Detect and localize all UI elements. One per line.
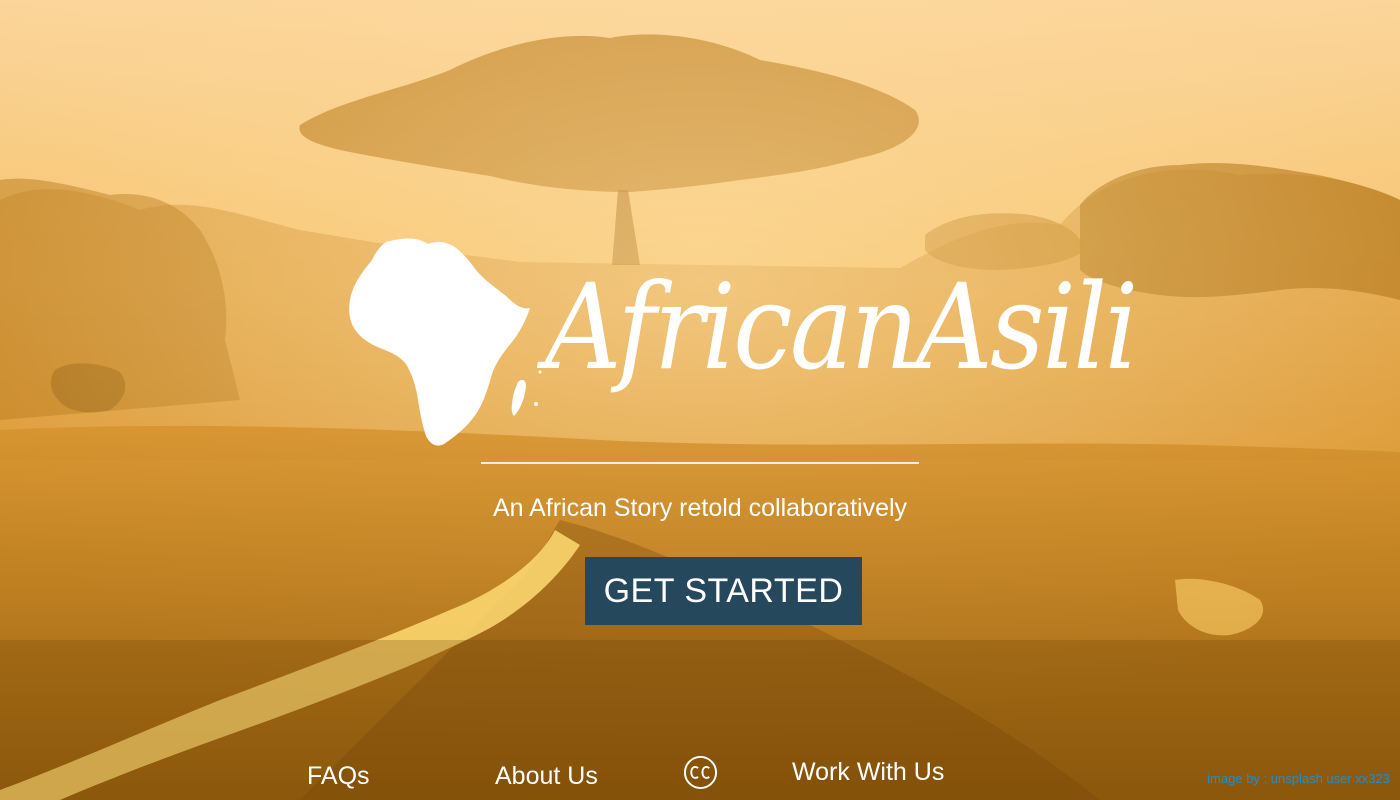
footer-link-work-with-us[interactable]: Work With Us bbox=[792, 757, 944, 787]
footer-link-about-us[interactable]: About Us bbox=[495, 761, 598, 791]
footer-link-faqs[interactable]: FAQs bbox=[307, 761, 370, 791]
africa-map-icon bbox=[349, 238, 542, 446]
image-credit-link[interactable]: image by : unsplash user xx323 bbox=[1207, 770, 1390, 788]
divider bbox=[481, 462, 919, 464]
hero-tagline: An African Story retold collaboratively bbox=[492, 494, 908, 522]
hero-section: AfricanAsili An African Story retold col… bbox=[0, 0, 1400, 800]
creative-commons-icon[interactable] bbox=[683, 755, 718, 790]
brand-name: AfricanAsili bbox=[545, 258, 1138, 396]
get-started-button[interactable]: GET STARTED bbox=[585, 557, 862, 625]
